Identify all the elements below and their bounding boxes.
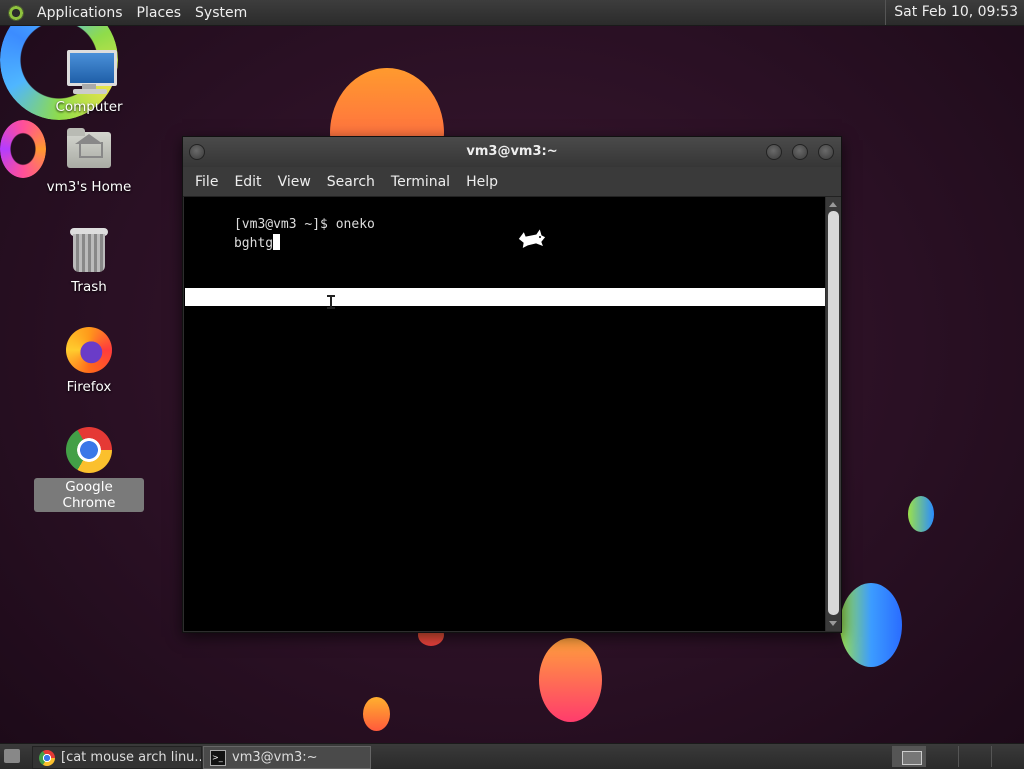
wallpaper-tiny-blob [363,697,390,731]
scroll-up-arrow-icon[interactable] [829,202,837,207]
menu-file[interactable]: File [187,174,226,190]
window-title: vm3@vm3:~ [466,144,558,159]
wallpaper-small-blob [908,496,934,532]
minimize-button[interactable] [766,144,782,160]
menu-system[interactable]: System [188,5,254,21]
maximize-button[interactable] [792,144,808,160]
top-panel: Applications Places System Sat Feb 10, 0… [0,0,1024,26]
wallpaper-orange-blob-bottom [539,638,602,722]
workspace-window-preview [902,751,922,765]
desktop-icon-label: Trash [71,279,107,295]
oneko-cat-icon[interactable] [516,225,548,251]
close-button[interactable] [818,144,834,160]
firefox-icon [63,324,115,376]
desktop-icon-label: Google Chrome [34,478,144,512]
terminal-line: bghtg [187,216,281,251]
terminal-area[interactable]: [vm3@vm3 ~]$ oneko bghtg [184,197,825,631]
terminal-icon [210,747,226,768]
terminal-menubar: File Edit View Search Terminal Help [183,167,841,197]
desktop-icon-label: vm3's Home [46,179,132,195]
desktop-icon-label: Firefox [66,379,112,395]
menu-view[interactable]: View [270,174,319,190]
menu-help[interactable]: Help [458,174,506,190]
taskbar-item-chrome[interactable]: [cat mouse arch linu... [32,746,202,769]
menu-terminal[interactable]: Terminal [383,174,458,190]
terminal-window[interactable]: vm3@vm3:~ File Edit View Search Terminal… [182,136,842,633]
desktop-icon-home[interactable]: vm3's Home [34,124,144,196]
workspace-1[interactable] [892,746,925,767]
menu-search[interactable]: Search [319,174,383,190]
trash-icon [63,224,115,276]
clock[interactable]: Sat Feb 10, 09:53 [885,0,1024,25]
ibeam-cursor-icon [327,295,335,309]
chrome-icon [39,749,55,766]
scroll-down-arrow-icon[interactable] [829,621,837,626]
computer-icon [63,44,117,96]
menu-places[interactable]: Places [130,5,189,21]
workspace-2[interactable] [925,746,958,767]
distro-logo-icon[interactable] [8,4,24,21]
desktop-icon-computer[interactable]: Computer [34,44,144,116]
terminal-line: [vm3@vm3 ~]$ oneko [187,198,375,232]
taskbar-item-terminal[interactable]: vm3@vm3:~ [203,746,371,769]
desktop-icon-label: Computer [55,99,123,115]
bottom-panel: [cat mouse arch linu... vm3@vm3:~ [0,743,1024,769]
window-titlebar[interactable]: vm3@vm3:~ [183,137,841,167]
menu-edit[interactable]: Edit [226,174,269,190]
scroll-thumb[interactable] [828,211,839,615]
workspace-3[interactable] [958,746,991,767]
wallpaper-blue-blob [840,583,902,667]
desktop-icon-firefox[interactable]: Firefox [34,324,144,396]
text-cursor [273,234,281,250]
chrome-icon [63,424,115,476]
terminal-scrollbar[interactable] [826,197,841,631]
menu-applications[interactable]: Applications [30,5,130,21]
desktop-icon-chrome[interactable]: Google Chrome [34,424,144,512]
home-folder-icon [63,124,115,176]
taskbar-item-label: vm3@vm3:~ [232,750,318,765]
desktop-icon-trash[interactable]: Trash [34,224,144,296]
show-desktop-icon[interactable] [4,749,20,763]
selection-highlight [185,288,825,306]
workspace-4[interactable] [991,746,1024,767]
terminal-line-text: bghtg [233,236,274,251]
taskbar-item-label: [cat mouse arch linu... [61,750,202,765]
